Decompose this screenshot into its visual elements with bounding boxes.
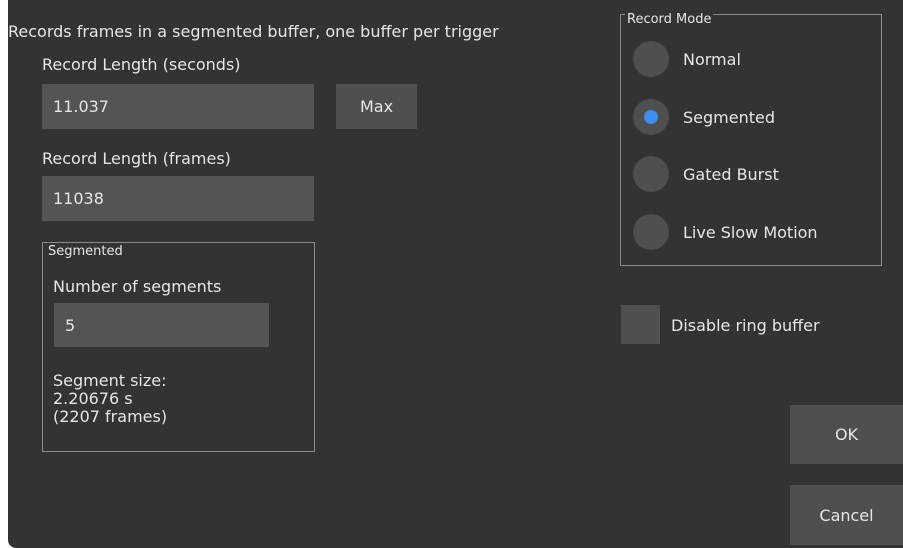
record-mode-group-title: Record Mode — [625, 12, 714, 27]
segment-size-label: Segment size: — [53, 371, 167, 390]
radio-button[interactable] — [633, 156, 669, 192]
number-of-segments-label: Number of segments — [53, 277, 222, 296]
record-length-seconds-label: Record Length (seconds) — [42, 55, 241, 74]
record-length-seconds-input[interactable]: 11.037 — [42, 84, 314, 129]
disable-ring-buffer-label: Disable ring buffer — [671, 316, 820, 335]
record-length-frames-label: Record Length (frames) — [42, 149, 231, 168]
record-length-frames-value: 11038 — [53, 189, 104, 208]
radio-live-slow-motion[interactable]: Live Slow Motion — [633, 212, 818, 252]
mode-description: Records frames in a segmented buffer, on… — [8, 22, 499, 41]
radio-live-slow-motion-label: Live Slow Motion — [683, 222, 818, 242]
segmented-group-title: Segmented — [46, 244, 125, 259]
segment-size-seconds: 2.20676 s — [53, 389, 133, 408]
record-settings-dialog: Records frames in a segmented buffer, on… — [8, 0, 903, 548]
radio-selected-dot — [644, 110, 658, 124]
radio-button-selected[interactable] — [633, 99, 669, 135]
number-of-segments-input[interactable]: 5 — [54, 303, 269, 347]
radio-segmented-label: Segmented — [683, 107, 775, 127]
disable-ring-buffer-checkbox[interactable] — [621, 305, 660, 344]
number-of-segments-value: 5 — [65, 315, 76, 335]
radio-segmented[interactable]: Segmented — [633, 97, 775, 137]
max-button[interactable]: Max — [336, 84, 417, 129]
ok-button[interactable]: OK — [790, 405, 903, 464]
segment-size-frames: (2207 frames) — [53, 407, 168, 426]
radio-button[interactable] — [633, 41, 669, 77]
record-length-frames-input[interactable]: 11038 — [42, 176, 314, 221]
radio-normal[interactable]: Normal — [633, 39, 741, 79]
radio-gated-burst-label: Gated Burst — [683, 164, 779, 184]
radio-gated-burst[interactable]: Gated Burst — [633, 154, 779, 194]
radio-normal-label: Normal — [683, 49, 741, 69]
radio-button[interactable] — [633, 214, 669, 250]
cancel-button[interactable]: Cancel — [790, 485, 903, 545]
record-length-seconds-value: 11.037 — [53, 97, 109, 116]
